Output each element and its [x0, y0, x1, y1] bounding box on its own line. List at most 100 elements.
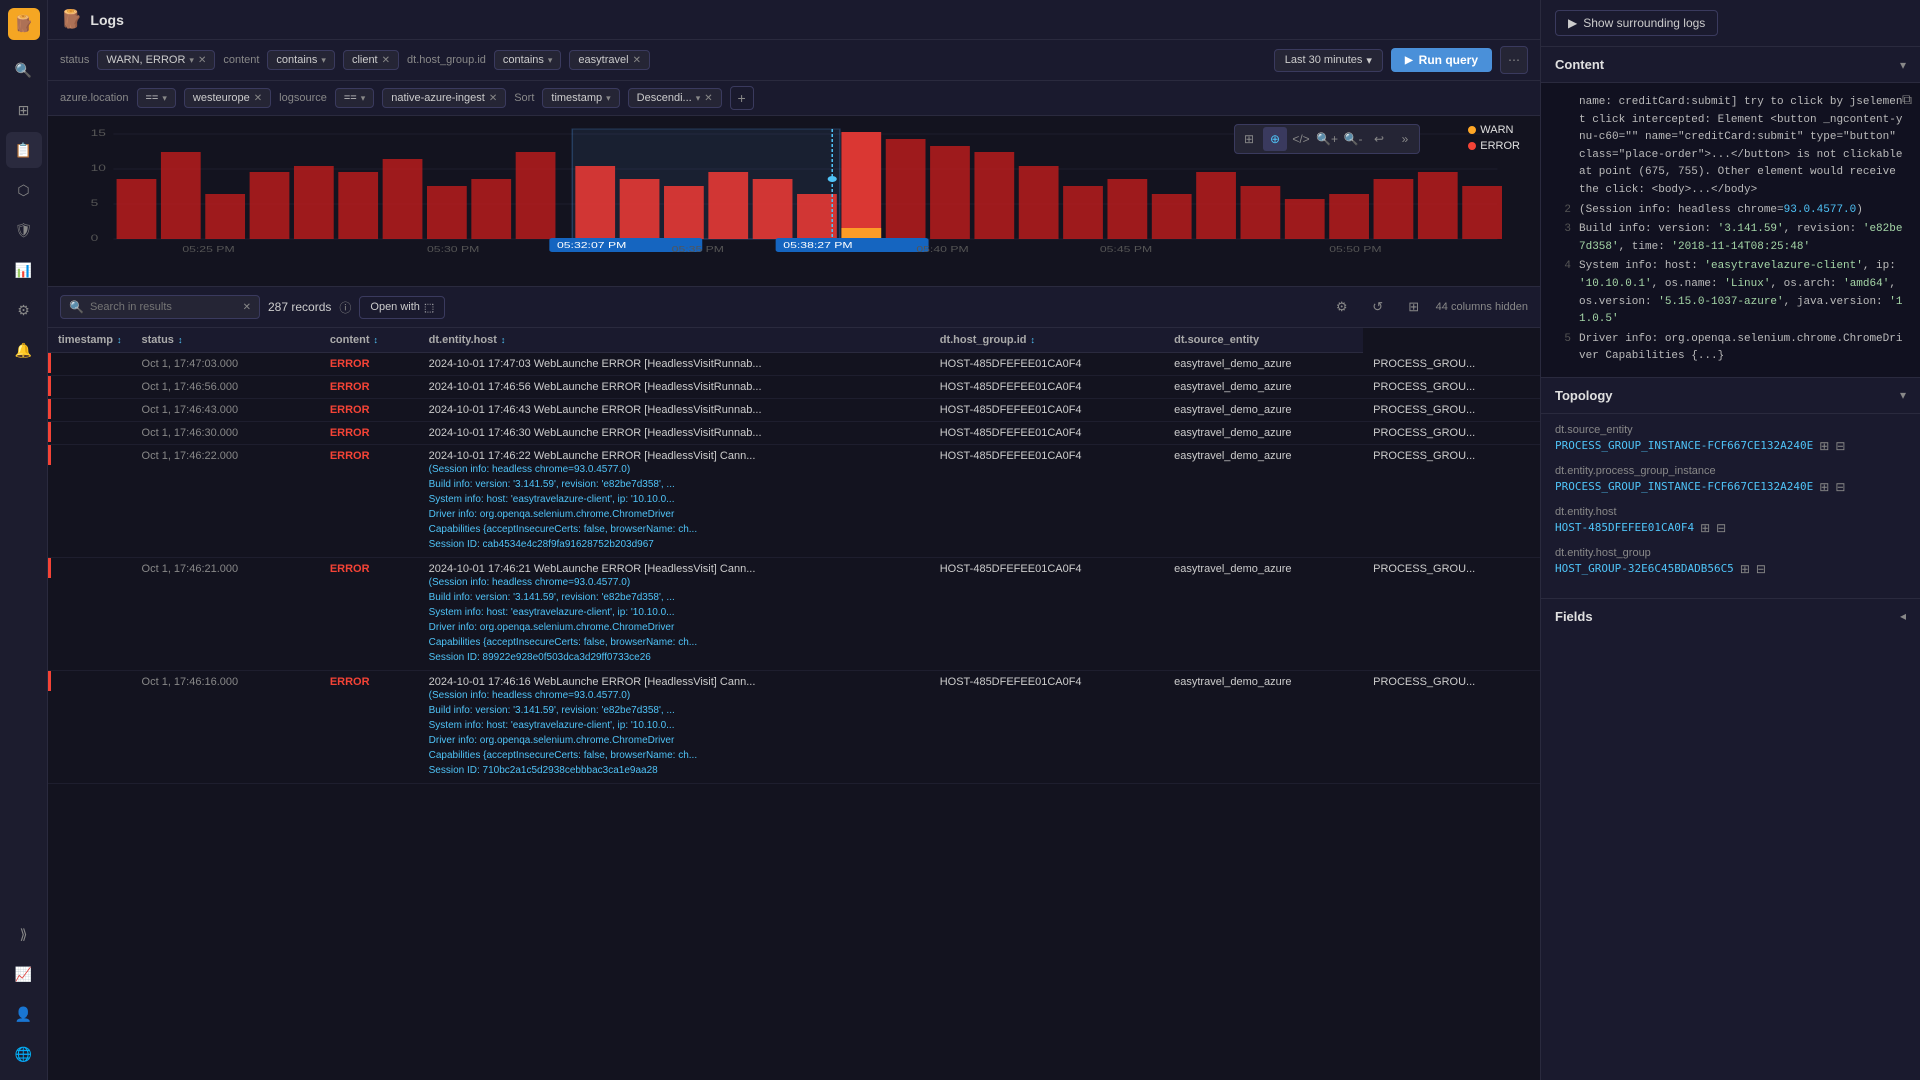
- col-host-group[interactable]: dt.host_group.id ↕: [930, 328, 1164, 353]
- content-value-chip[interactable]: client ✕: [343, 50, 399, 70]
- grid-view-button[interactable]: ⊞: [1400, 293, 1428, 321]
- chart-zoom-in-tool[interactable]: 🔍+: [1315, 127, 1339, 151]
- content-op-arrow: ▾: [321, 55, 326, 66]
- col-status[interactable]: status ↕: [132, 328, 320, 353]
- columns-hidden-button[interactable]: 44 columns hidden: [1436, 301, 1528, 313]
- chart-crosshair-tool[interactable]: ⊕: [1263, 127, 1287, 151]
- add-filter-button[interactable]: +: [730, 86, 754, 110]
- topo-filter-host[interactable]: ⊟: [1716, 521, 1726, 535]
- chart-zoom-out-tool[interactable]: 🔍-: [1341, 127, 1365, 151]
- sort-filter-close[interactable]: ✕: [704, 93, 712, 104]
- topo-copy-hg[interactable]: ⊞: [1740, 562, 1750, 576]
- sidebar-item-shield[interactable]: 🛡: [6, 212, 42, 248]
- cell-source: PROCESS_GROU...: [1363, 445, 1540, 558]
- sidebar-item-settings[interactable]: ⚙: [6, 292, 42, 328]
- search-in-results-field[interactable]: 🔍 ✕: [60, 295, 260, 319]
- open-with-icon: ⬚: [424, 301, 434, 314]
- azure-filter-close[interactable]: ✕: [254, 93, 262, 104]
- topo-copy-pgi[interactable]: ⊞: [1819, 480, 1829, 494]
- topo-filter-source[interactable]: ⊟: [1835, 439, 1845, 453]
- content-operator-chip[interactable]: contains ▾: [267, 50, 335, 70]
- sidebar-item-user[interactable]: 👤: [6, 996, 42, 1032]
- azure-operator-chip[interactable]: == ▾: [137, 88, 176, 108]
- table-row[interactable]: Oct 1, 17:46:56.000 ERROR 2024-10-01 17:…: [48, 376, 1540, 399]
- topology-section-header[interactable]: Topology ▾: [1541, 378, 1920, 414]
- more-options-button[interactable]: ⋯: [1500, 46, 1528, 74]
- logsource-value-chip[interactable]: native-azure-ingest ✕: [382, 88, 506, 108]
- open-with-button[interactable]: Open with ⬚: [359, 296, 445, 319]
- log-line-3: 4 System info: host: 'easytravelazure-cl…: [1555, 257, 1906, 329]
- content-sub-line: (Session info: headless chrome=93.0.4577…: [429, 462, 920, 477]
- warn-label: WARN: [1480, 124, 1513, 136]
- col-timestamp[interactable]: timestamp ↕: [48, 328, 132, 353]
- status-filter-label: status: [60, 54, 89, 66]
- time-range-selector[interactable]: Last 30 minutes ▾: [1274, 49, 1383, 72]
- refresh-button[interactable]: ↺: [1364, 293, 1392, 321]
- sidebar-item-layers[interactable]: ⬡: [6, 172, 42, 208]
- sidebar-item-search[interactable]: 🔍: [6, 52, 42, 88]
- logsource-filter-close[interactable]: ✕: [489, 93, 497, 104]
- table-row[interactable]: Oct 1, 17:46:30.000 ERROR 2024-10-01 17:…: [48, 422, 1540, 445]
- content-sub-line: Driver info: org.openqa.selenium.chrome.…: [429, 507, 920, 522]
- svg-text:05:45 PM: 05:45 PM: [1100, 246, 1152, 254]
- status-filter-chip[interactable]: WARN, ERROR ▾ ✕: [97, 50, 215, 70]
- cell-host: HOST-485DFEFEE01CA0F4: [930, 376, 1164, 399]
- filter-action-button[interactable]: ⚙: [1328, 293, 1356, 321]
- table-row[interactable]: Oct 1, 17:46:16.000 ERROR 2024-10-01 17:…: [48, 671, 1540, 784]
- log-table-container[interactable]: timestamp ↕ status ↕ content ↕: [48, 328, 1540, 1080]
- topo-copy-source[interactable]: ⊞: [1819, 439, 1829, 453]
- content-main: 2024-10-01 17:46:56 WebLaunche ERROR [He…: [429, 381, 809, 393]
- time-range-arrow: ▾: [1366, 54, 1372, 67]
- sidebar-item-globe[interactable]: 🌐: [6, 1036, 42, 1072]
- sidebar-item-logs[interactable]: 📋: [6, 132, 42, 168]
- topo-filter-pgi[interactable]: ⊟: [1835, 480, 1845, 494]
- azure-filter-value: westeurope: [193, 92, 250, 104]
- col-content[interactable]: content ↕: [320, 328, 419, 353]
- azure-filter-label: azure.location: [60, 92, 129, 104]
- content-main: 2024-10-01 17:46:22 WebLaunche ERROR [He…: [429, 450, 809, 462]
- sidebar-item-apps[interactable]: ⊞: [6, 92, 42, 128]
- sidebar-item-chart[interactable]: 📊: [6, 252, 42, 288]
- chart-select-tool[interactable]: ⊞: [1237, 127, 1261, 151]
- col-entity-host[interactable]: dt.entity.host ↕: [419, 328, 930, 353]
- topo-filter-hg[interactable]: ⊟: [1756, 562, 1766, 576]
- table-row[interactable]: Oct 1, 17:46:43.000 ERROR 2024-10-01 17:…: [48, 399, 1540, 422]
- azure-value-chip[interactable]: westeurope ✕: [184, 88, 271, 108]
- dthost-operator-chip[interactable]: contains ▾: [494, 50, 562, 70]
- content-filter-close[interactable]: ✕: [382, 55, 390, 66]
- legend-error: ERROR: [1468, 140, 1520, 152]
- sidebar-item-expand[interactable]: ⟫: [6, 916, 42, 952]
- sort-icon-hg: ↕: [1030, 335, 1035, 345]
- table-row[interactable]: Oct 1, 17:46:21.000 ERROR 2024-10-01 17:…: [48, 558, 1540, 671]
- dthost-filter-close[interactable]: ✕: [633, 55, 641, 66]
- table-row[interactable]: Oct 1, 17:46:22.000 ERROR 2024-10-01 17:…: [48, 445, 1540, 558]
- topology-section: Topology ▾ dt.source_entity PROCESS_GROU…: [1541, 377, 1920, 598]
- topo-copy-host[interactable]: ⊞: [1700, 521, 1710, 535]
- dthost-value-chip[interactable]: easytravel ✕: [569, 50, 650, 70]
- svg-text:05:38:27 PM: 05:38:27 PM: [783, 242, 852, 251]
- topology-section-title: Topology: [1555, 388, 1613, 403]
- row-indicator-cell: [48, 671, 132, 784]
- sidebar-item-alert[interactable]: 🔔: [6, 332, 42, 368]
- sidebar-item-analytics[interactable]: 📈: [6, 956, 42, 992]
- table-row[interactable]: Oct 1, 17:47:03.000 ERROR 2024-10-01 17:…: [48, 353, 1540, 376]
- status-filter-close[interactable]: ✕: [198, 55, 206, 66]
- content-section-header[interactable]: Content ▾: [1541, 47, 1920, 83]
- chart-undo-tool[interactable]: ↩: [1367, 127, 1391, 151]
- copy-content-button[interactable]: ⧉: [1902, 91, 1912, 108]
- run-query-button[interactable]: ▶ Run query: [1391, 48, 1492, 72]
- chart-code-tool[interactable]: </>: [1289, 127, 1313, 151]
- topo-value-pgi: PROCESS_GROUP_INSTANCE-FCF667CE132A240E: [1555, 480, 1813, 493]
- sort-direction-chip[interactable]: Descendi... ▾ ✕: [628, 88, 722, 108]
- records-info-icon[interactable]: ⓘ: [339, 299, 351, 316]
- chart-more-tool[interactable]: »: [1393, 127, 1417, 151]
- search-input[interactable]: [90, 301, 237, 313]
- fields-section-header[interactable]: Fields ◂: [1541, 599, 1920, 634]
- show-surrounding-logs-button[interactable]: ▶ Show surrounding logs: [1555, 10, 1718, 36]
- topo-value-row-pgi: PROCESS_GROUP_INSTANCE-FCF667CE132A240E …: [1555, 480, 1906, 494]
- sort-value-chip[interactable]: timestamp ▾: [542, 88, 619, 108]
- search-clear-button[interactable]: ✕: [243, 302, 251, 313]
- logsource-operator-chip[interactable]: == ▾: [335, 88, 374, 108]
- cell-host: HOST-485DFEFEE01CA0F4: [930, 671, 1164, 784]
- col-source-entity[interactable]: dt.source_entity: [1164, 328, 1363, 353]
